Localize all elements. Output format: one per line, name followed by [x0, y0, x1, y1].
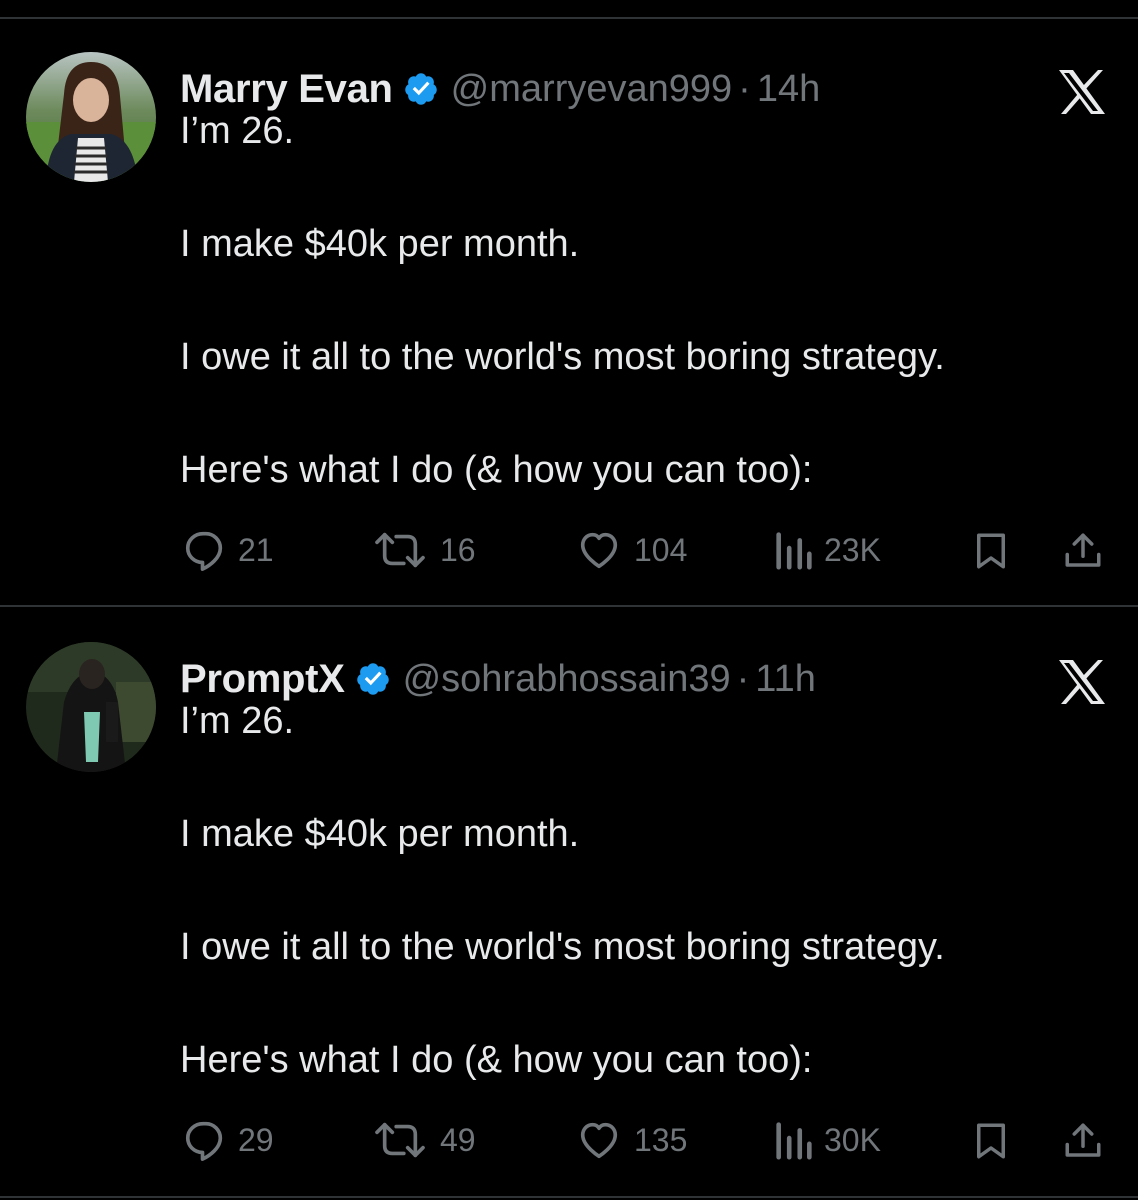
tweet-actions: 21 16 104 23K	[0, 520, 1138, 580]
heart-icon	[580, 532, 618, 569]
tweet-text-line: I owe it all to the world's most boring …	[180, 336, 945, 378]
tweet-card[interactable]: Marry Evan @marryevan999 · 14h I’m 26. I…	[0, 17, 1138, 605]
x-logo-icon	[1057, 69, 1107, 115]
like-button[interactable]: 135	[574, 1110, 687, 1170]
share-icon	[1065, 533, 1101, 567]
tweet-text-line: Here's what I do (& how you can too):	[180, 449, 813, 491]
repost-button[interactable]: 16	[370, 520, 476, 580]
views-chart-icon	[776, 1122, 812, 1160]
author-name[interactable]: Marry Evan	[180, 67, 393, 112]
views-button[interactable]: 23K	[774, 520, 881, 580]
reply-button[interactable]: 29	[182, 1110, 274, 1170]
tweet-card[interactable]: PromptX @sohrabhossain39 · 11h I’m 26. I…	[0, 607, 1138, 1195]
bookmark-icon	[977, 1123, 1005, 1159]
share-button[interactable]	[1062, 530, 1104, 577]
tweet-text-line: I make $40k per month.	[180, 813, 580, 855]
reply-icon	[185, 1121, 223, 1161]
reply-icon	[185, 531, 223, 571]
avatar[interactable]	[26, 642, 156, 772]
verified-badge-icon	[403, 71, 439, 107]
repost-icon	[375, 532, 425, 568]
share-button[interactable]	[1062, 1120, 1104, 1167]
tweet-timestamp[interactable]: 11h	[755, 658, 816, 701]
author-name[interactable]: PromptX	[180, 657, 345, 702]
reply-count: 21	[238, 531, 274, 568]
like-button[interactable]: 104	[574, 520, 687, 580]
tweet-actions: 29 49 135 30K	[0, 1110, 1138, 1170]
repost-count: 16	[440, 531, 476, 568]
views-chart-icon	[776, 532, 812, 570]
views-button[interactable]: 30K	[774, 1110, 881, 1170]
views-count: 23K	[824, 531, 881, 568]
separator-dot: ·	[736, 657, 750, 700]
reply-count: 29	[238, 1121, 274, 1158]
share-icon	[1065, 1123, 1101, 1157]
like-count: 104	[634, 531, 688, 568]
author-handle[interactable]: @sohrabhossain39	[403, 658, 731, 701]
repost-icon	[375, 1122, 425, 1158]
like-count: 135	[634, 1121, 688, 1158]
bookmark-button[interactable]	[970, 1120, 1012, 1167]
tweet-text-line: I owe it all to the world's most boring …	[180, 926, 945, 968]
bottom-divider	[0, 1196, 1138, 1198]
tweet-text-line: Here's what I do (& how you can too):	[180, 1039, 813, 1081]
verified-badge-icon	[355, 661, 391, 697]
tweet-text-line: I’m 26.	[180, 700, 295, 742]
x-logo-icon	[1057, 659, 1107, 705]
repost-button[interactable]: 49	[370, 1110, 476, 1170]
bookmark-icon	[977, 533, 1005, 569]
tweet-text-line: I’m 26.	[180, 110, 295, 152]
heart-icon	[580, 1122, 618, 1159]
avatar[interactable]	[26, 52, 156, 182]
separator-dot: ·	[738, 67, 751, 110]
bookmark-button[interactable]	[970, 530, 1012, 577]
tweet-text-line: I make $40k per month.	[180, 223, 580, 265]
author-handle[interactable]: @marryevan999	[451, 68, 732, 111]
views-count: 30K	[824, 1121, 881, 1158]
tweet-timestamp[interactable]: 14h	[757, 68, 820, 111]
reply-button[interactable]: 21	[182, 520, 274, 580]
repost-count: 49	[440, 1121, 476, 1158]
